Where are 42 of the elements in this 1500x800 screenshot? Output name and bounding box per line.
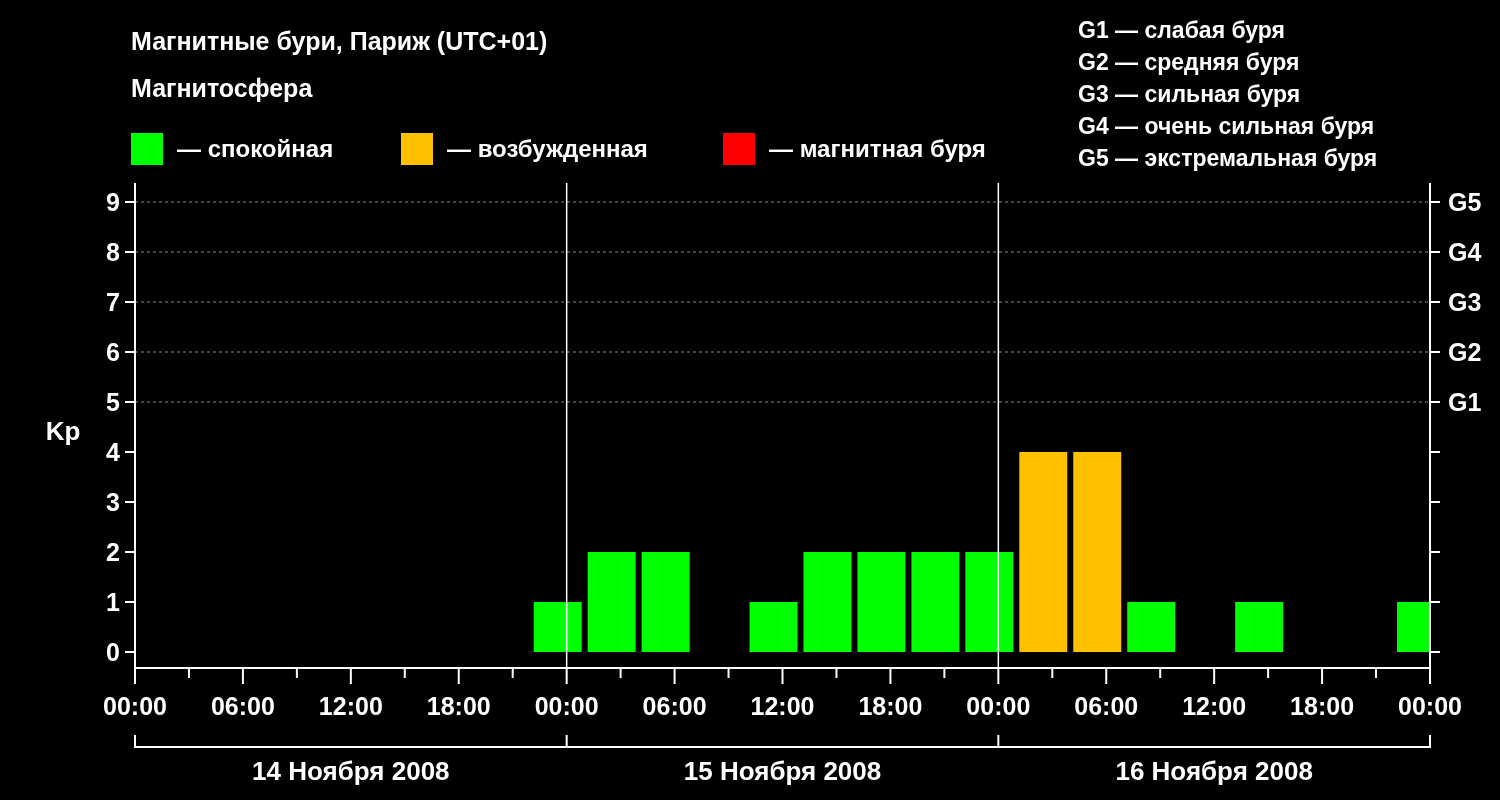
date-label: 14 Ноября 2008	[252, 756, 450, 786]
storm-level-label: G1	[1448, 388, 1482, 416]
y-tick-label: 8	[106, 238, 120, 266]
storm-level-label: G2	[1448, 338, 1482, 366]
x-tick-label: 18:00	[858, 692, 923, 720]
storm-scale-label: G3 — сильная буря	[1078, 80, 1301, 109]
x-tick-label: 06:00	[1074, 692, 1139, 720]
x-tick-label: 00:00	[103, 692, 167, 720]
x-tick-label: 06:00	[210, 692, 275, 720]
storm-scale-label: G1 — слабая буря	[1078, 16, 1286, 45]
x-tick-label: 12:00	[1182, 692, 1247, 720]
storm-scale-label: G5 — экстремальная буря	[1078, 144, 1378, 173]
legend-label: — возбужденная	[447, 134, 648, 164]
date-label: 16 Ноября 2008	[1115, 756, 1313, 786]
legend-heading: Магнитосфера	[131, 73, 313, 103]
x-tick-label: 12:00	[318, 692, 383, 720]
y-tick-label: 9	[106, 188, 120, 216]
y-tick-label: 2	[106, 538, 120, 566]
date-label: 15 Ноября 2008	[683, 756, 882, 786]
y-tick-label: 4	[106, 438, 120, 466]
legend-label: — спокойная	[177, 134, 334, 164]
x-tick-label: 18:00	[1290, 692, 1355, 720]
x-tick-label: 06:00	[642, 692, 707, 720]
x-tick-label: 00:00	[966, 692, 1031, 720]
y-tick-label: 1	[106, 588, 120, 616]
y-axis-label: Kp	[45, 416, 81, 446]
y-tick-label: 6	[106, 338, 120, 366]
storm-level-label: G5	[1448, 188, 1482, 216]
x-tick-label: 18:00	[426, 692, 491, 720]
y-tick-label: 5	[106, 388, 120, 416]
storm-level-label: G4	[1448, 238, 1482, 266]
storm-level-label: G3	[1448, 288, 1482, 316]
x-tick-label: 12:00	[750, 692, 815, 720]
chart-title: Магнитные бури, Париж (UTC+01)	[131, 26, 548, 56]
y-tick-label: 3	[106, 488, 120, 516]
y-tick-label: 7	[106, 288, 120, 316]
storm-scale-label: G2 — средняя буря	[1078, 48, 1300, 77]
storm-scale-label: G4 — очень сильная буря	[1078, 112, 1375, 141]
y-tick-label: 0	[106, 638, 120, 666]
x-tick-label: 00:00	[534, 692, 599, 720]
legend-label: — магнитная буря	[769, 134, 986, 164]
x-tick-label: 00:00	[1398, 692, 1462, 720]
